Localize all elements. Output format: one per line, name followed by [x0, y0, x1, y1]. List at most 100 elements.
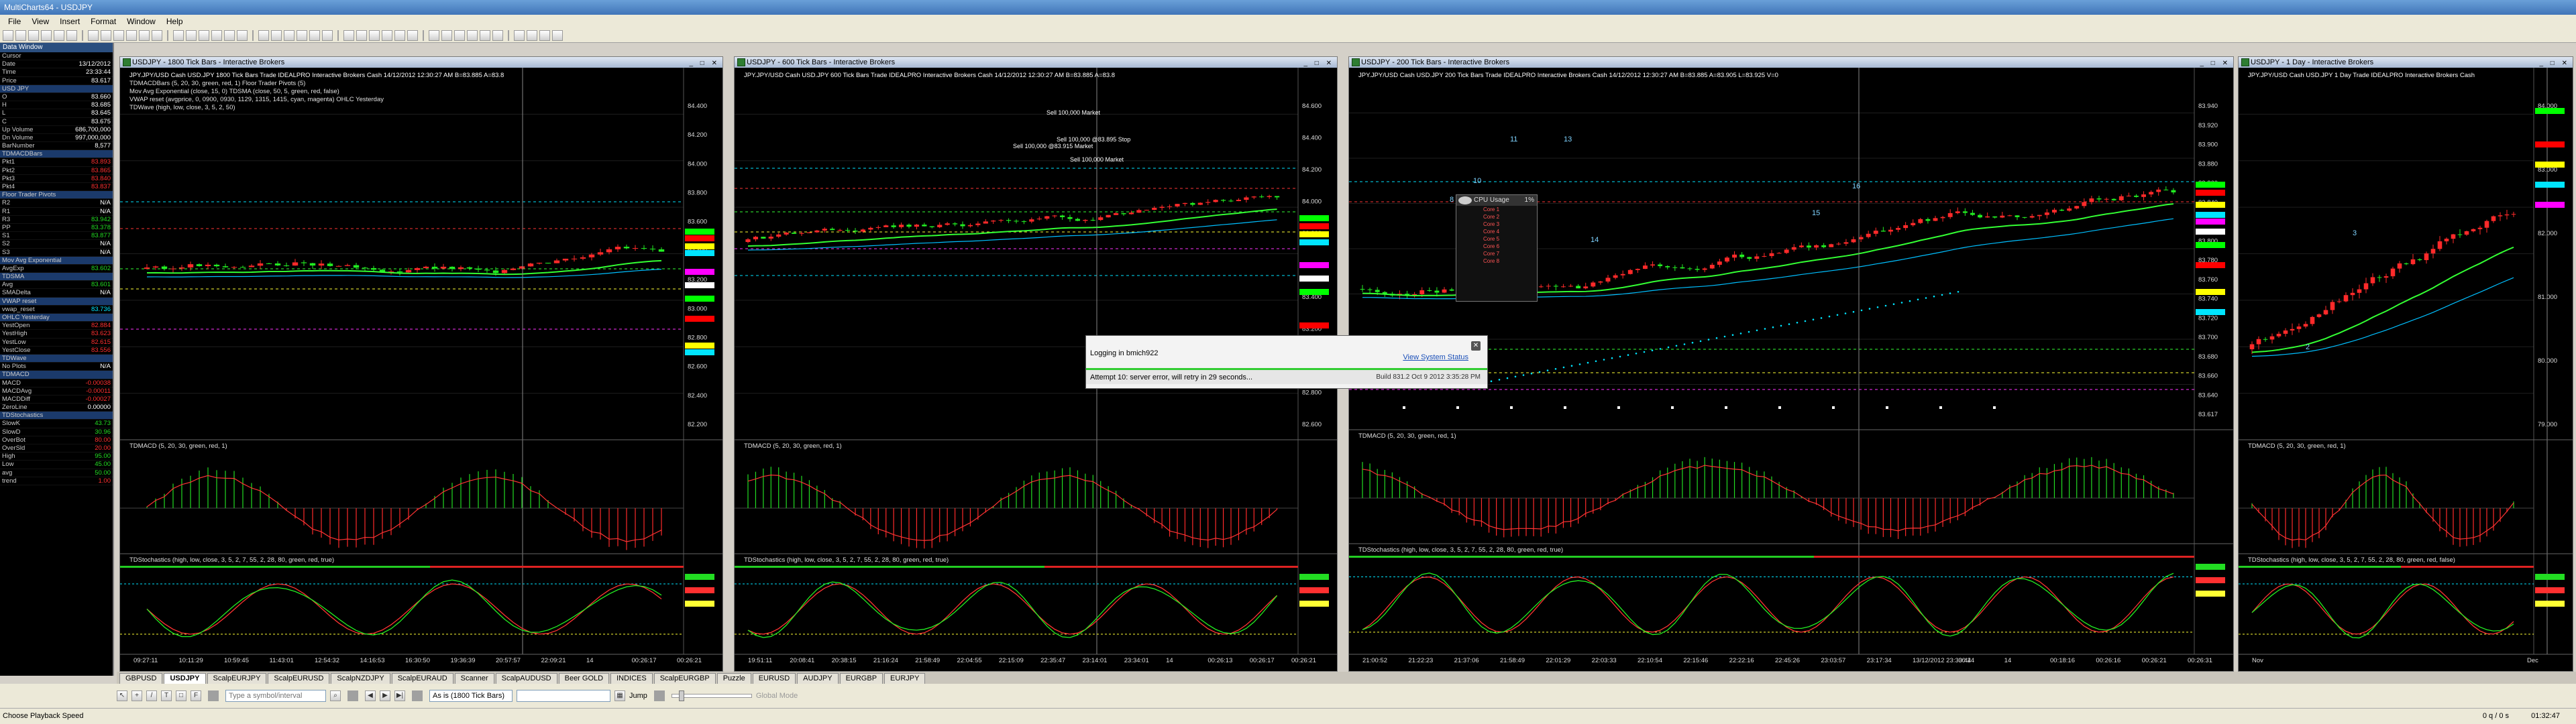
price-flag: [2196, 182, 2225, 188]
tab-puzzle[interactable]: Puzzle: [716, 673, 751, 684]
candle-body: [1182, 202, 1188, 204]
right-icon[interactable]: [369, 29, 380, 41]
tab-scanner[interactable]: Scanner: [454, 673, 494, 684]
vline-icon[interactable]: [271, 29, 282, 41]
tab-beer-gold[interactable]: Beer GOLD: [558, 673, 610, 684]
tab-eurgbp[interactable]: EURGBP: [839, 673, 883, 684]
position-icon[interactable]: [514, 29, 525, 41]
tab-eurusd[interactable]: EURUSD: [752, 673, 796, 684]
stop-icon[interactable]: [394, 29, 405, 41]
candle-body: [335, 265, 342, 267]
step-icon[interactable]: ▶|: [394, 690, 405, 701]
left-icon[interactable]: [356, 29, 367, 41]
scanner-icon[interactable]: [527, 29, 537, 41]
vwap-dot: [1764, 328, 1766, 330]
price-flag: [1299, 239, 1329, 245]
tab-audjpy[interactable]: AUDJPY: [797, 673, 839, 684]
crosshair-icon[interactable]: [211, 29, 222, 41]
play-icon[interactable]: ▶: [380, 690, 390, 701]
line-tool-icon[interactable]: /: [146, 690, 157, 701]
tab-scalpeuraud[interactable]: ScalpEURAUD: [391, 673, 453, 684]
cut-icon[interactable]: [54, 29, 64, 41]
tab-indices[interactable]: INDICES: [610, 673, 653, 684]
menu-file[interactable]: File: [3, 17, 26, 26]
line-icon[interactable]: [173, 29, 184, 41]
date-select[interactable]: [517, 690, 610, 702]
tab-gbpusd[interactable]: GBPUSD: [119, 673, 163, 684]
dom-icon[interactable]: [480, 29, 490, 41]
candle-body: [753, 237, 759, 240]
redo-icon[interactable]: [113, 29, 124, 41]
paste-icon[interactable]: [88, 29, 99, 41]
slider-knob[interactable]: [678, 690, 684, 701]
candle-body: [2417, 259, 2422, 260]
fib-icon[interactable]: [284, 29, 294, 41]
search-icon[interactable]: ⌕: [330, 690, 341, 701]
tab-scalpeurgbp[interactable]: ScalpEURGBP: [653, 673, 716, 684]
symbol-interval-input[interactable]: [225, 690, 326, 702]
menu-format[interactable]: Format: [85, 17, 121, 26]
order-label: Sell 100,000 @83.895 Stop: [1057, 136, 1130, 143]
trend-icon[interactable]: [237, 29, 248, 41]
template-icon[interactable]: [441, 29, 452, 41]
account-icon[interactable]: [492, 29, 503, 41]
chart-window-1800-tick[interactable]: USDJPY - 1800 Tick Bars - Interactive Br…: [119, 56, 723, 672]
menu-insert[interactable]: Insert: [54, 17, 85, 26]
order-icon[interactable]: [467, 29, 478, 41]
copy-icon[interactable]: [66, 29, 77, 41]
news-icon[interactable]: [539, 29, 550, 41]
chart-window-1-day[interactable]: USDJPY - 1 Day - Interactive Brokers _ □ …: [2238, 56, 2573, 672]
text-tool-icon[interactable]: T: [161, 690, 172, 701]
login-status-popup: ✕ Logging in bmich922 View System Status…: [1085, 335, 1488, 389]
data-window-row: avg 50.00: [0, 469, 113, 477]
view-system-status-link[interactable]: View System Status: [1403, 353, 1468, 361]
rect-icon[interactable]: [322, 29, 333, 41]
tab-scalpeurjpy[interactable]: ScalpEURJPY: [207, 673, 267, 684]
playback-speed-slider[interactable]: [671, 690, 752, 701]
settings-icon[interactable]: [407, 29, 418, 41]
zoom-in-icon[interactable]: [186, 29, 197, 41]
pivot-marker: [1510, 406, 1513, 409]
bar-icon[interactable]: [139, 29, 150, 41]
time-tick: 22:35:47: [1040, 657, 1065, 664]
menu-view[interactable]: View: [26, 17, 54, 26]
row-value: N/A: [100, 289, 111, 297]
chart-canvas[interactable]: JPY.JPY/USD Cash USD.JPY 1 Day Trade IDE…: [2239, 68, 2573, 671]
global-mode-toggle[interactable]: Global Mode: [756, 692, 798, 700]
crosshair-tool-icon[interactable]: +: [131, 690, 142, 701]
candle-icon[interactable]: [152, 29, 162, 41]
open-icon[interactable]: [15, 29, 26, 41]
save-icon[interactable]: [28, 29, 39, 41]
tab-eurjpy[interactable]: EURJPY: [884, 673, 926, 684]
tab-scalpeurusd[interactable]: ScalpEURUSD: [268, 673, 330, 684]
menu-help[interactable]: Help: [161, 17, 189, 26]
bars-select[interactable]: As is (1800 Tick Bars): [429, 690, 513, 702]
zoom-out-icon[interactable]: [199, 29, 209, 41]
close-icon[interactable]: ✕: [1471, 341, 1481, 351]
text-icon[interactable]: [297, 29, 307, 41]
calendar-icon[interactable]: ▦: [614, 690, 625, 701]
tab-scalpnzdjpy[interactable]: ScalpNZDJPY: [331, 673, 390, 684]
cursor-tool-icon[interactable]: ↖: [117, 690, 127, 701]
fib-tool-icon[interactable]: F: [191, 690, 201, 701]
status-quotes: 0 q / 0 s: [2482, 712, 2509, 720]
print-icon[interactable]: [41, 29, 52, 41]
menu-window[interactable]: Window: [121, 17, 161, 26]
help-icon[interactable]: [552, 29, 563, 41]
shape-tool-icon[interactable]: □: [176, 690, 186, 701]
chart-canvas[interactable]: JPY.JPY/USD Cash USD.JPY 1800 Tick Bars …: [120, 68, 723, 671]
rewind-icon[interactable]: ◀: [365, 690, 376, 701]
tab-usdjpy[interactable]: USDJPY: [164, 673, 206, 684]
chart-icon[interactable]: [126, 29, 137, 41]
new-icon[interactable]: [3, 29, 13, 41]
ellipse-icon[interactable]: [343, 29, 354, 41]
tab-scalpaudusd[interactable]: ScalpAUDUSD: [495, 673, 557, 684]
arrow-icon[interactable]: [309, 29, 320, 41]
hline-icon[interactable]: [258, 29, 269, 41]
cursor-icon[interactable]: [224, 29, 235, 41]
jump-button[interactable]: Jump: [629, 692, 647, 700]
undo-icon[interactable]: [101, 29, 111, 41]
alert-icon[interactable]: [454, 29, 465, 41]
play-icon[interactable]: [382, 29, 392, 41]
grid-icon[interactable]: [429, 29, 439, 41]
